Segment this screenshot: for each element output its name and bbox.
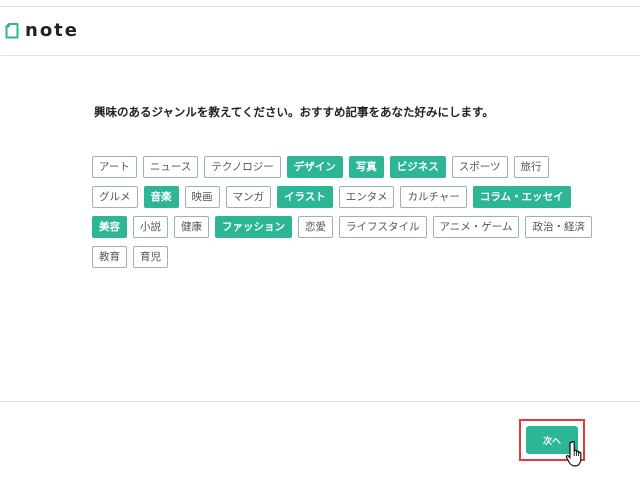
note-logo-icon (5, 23, 19, 39)
genre-tag-travel[interactable]: 旅行 (513, 156, 549, 178)
genre-tag-sports[interactable]: スポーツ (451, 156, 508, 178)
genre-tag-novel[interactable]: 小説 (133, 216, 168, 238)
genre-prompt: 興味のあるジャンルを教えてください。おすすめ記事をあなた好みにします。 (94, 105, 494, 119)
genre-tag-movie[interactable]: 映画 (184, 186, 220, 208)
genre-tag-photo[interactable]: 写真 (348, 156, 384, 178)
tag-row: グルメ 音楽 映画 マンガ イラスト エンタメ カルチャー コラム・エッセイ (92, 186, 612, 208)
genre-tag-lifestyle[interactable]: ライフスタイル (339, 216, 427, 238)
genre-tag-entertainment[interactable]: エンタメ (338, 186, 395, 208)
genre-tag-politics-economy[interactable]: 政治・経済 (525, 216, 592, 238)
genre-tag-illustration[interactable]: イラスト (277, 186, 333, 208)
genre-tag-music[interactable]: 音楽 (143, 186, 179, 208)
tag-row: 美容 小説 健康 ファッション 恋愛 ライフスタイル アニメ・ゲーム 政治・経済 (92, 216, 612, 238)
genre-tag-anime-game[interactable]: アニメ・ゲーム (432, 216, 520, 238)
genre-tag-beauty[interactable]: 美容 (92, 216, 127, 238)
header: note (0, 7, 640, 56)
genre-tag-manga[interactable]: マンガ (225, 186, 271, 208)
genre-tag-education[interactable]: 教育 (92, 246, 127, 268)
genre-tag-parenting[interactable]: 育児 (133, 246, 168, 268)
logo-text: note (25, 20, 79, 41)
genre-tag-list: アート ニュース テクノロジー デザイン 写真 ビジネス スポーツ 旅行 グルメ… (92, 156, 612, 276)
genre-tag-news[interactable]: ニュース (142, 156, 199, 178)
onboarding-page: note 興味のあるジャンルを教えてください。おすすめ記事をあなた好みにします。… (0, 0, 640, 480)
genre-tag-fashion[interactable]: ファッション (215, 216, 292, 238)
genre-tag-column-essay[interactable]: コラム・エッセイ (472, 186, 571, 208)
genre-tag-gourmet[interactable]: グルメ (92, 186, 138, 208)
genre-tag-health[interactable]: 健康 (174, 216, 209, 238)
genre-tag-romance[interactable]: 恋愛 (298, 216, 333, 238)
genre-tag-art[interactable]: アート (92, 156, 137, 178)
logo[interactable]: note (5, 20, 79, 41)
genre-tag-business[interactable]: ビジネス (389, 156, 446, 178)
genre-tag-culture[interactable]: カルチャー (400, 186, 467, 208)
genre-tag-technology[interactable]: テクノロジー (204, 156, 281, 178)
hand-pointer-icon (565, 440, 582, 467)
tag-row: 教育 育児 (92, 246, 612, 268)
tag-row: アート ニュース テクノロジー デザイン 写真 ビジネス スポーツ 旅行 (92, 156, 612, 178)
genre-tag-design[interactable]: デザイン (286, 156, 343, 178)
